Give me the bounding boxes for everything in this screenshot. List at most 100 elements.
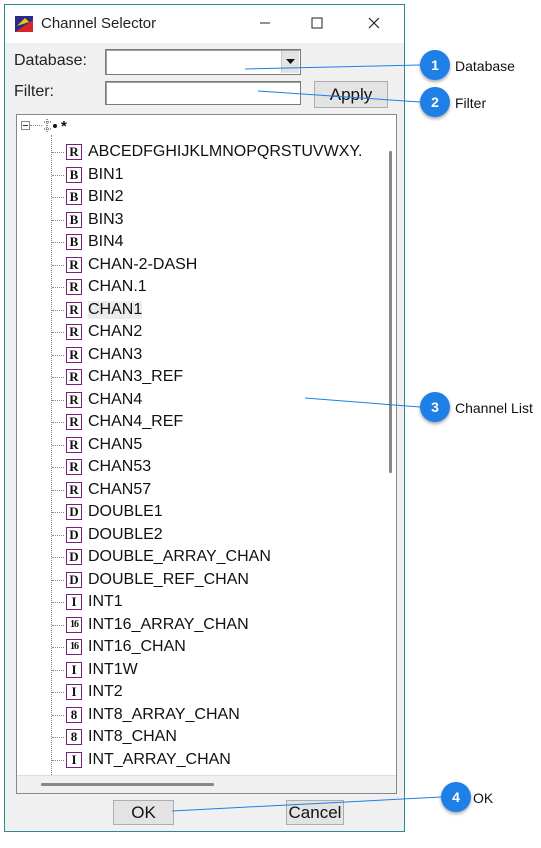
tree-connector: [52, 444, 64, 446]
tree-item[interactable]: R CHAN3_REF: [52, 366, 184, 388]
channel-type-icon: R: [66, 369, 82, 385]
tree-connector: [52, 624, 64, 626]
tree-item-label: CHAN4_REF: [88, 413, 184, 430]
window-title: Channel Selector: [41, 15, 157, 32]
callout-4: 4: [441, 782, 471, 812]
channel-type-icon: 8: [66, 729, 82, 745]
tree-connector: [52, 512, 64, 513]
channel-type-icon: R: [66, 391, 82, 408]
channel-type-icon: R: [66, 459, 82, 475]
tree-connector: [52, 759, 64, 761]
tree-item-label: BIN1: [88, 165, 124, 183]
tree-item-label: DOUBLE_ARRAY_CHAN: [88, 548, 271, 565]
channel-type-icon: R: [66, 414, 82, 430]
tree-item[interactable]: B BIN2: [52, 186, 124, 208]
callout-2: 2: [420, 87, 450, 117]
channel-type-icon: B: [66, 189, 82, 205]
tree-item[interactable]: R CHAN4_REF: [52, 411, 184, 433]
callout-3-label: Channel List: [455, 400, 533, 416]
filter-label: Filter:: [14, 83, 54, 100]
tree-connector: [52, 467, 64, 468]
collapse-toggle[interactable]: [21, 121, 30, 130]
maximize-button[interactable]: [294, 5, 340, 43]
tree-item[interactable]: R CHAN.1: [52, 276, 147, 298]
cancel-button[interactable]: Cancel: [286, 800, 344, 825]
tree-item-label: CHAN3_REF: [88, 368, 184, 385]
channel-type-icon: I: [66, 594, 82, 610]
tree-item-label: CHAN.1: [88, 278, 147, 295]
channel-type-icon: R: [66, 301, 82, 318]
tree-item[interactable]: R CHAN1: [52, 299, 143, 321]
channel-selector-window: Channel Selector Database: Filter: Apply: [4, 4, 405, 832]
tree-item[interactable]: R CHAN-2-DASH: [52, 254, 197, 276]
tree-item[interactable]: 16 INT16_ARRAY_CHAN: [52, 614, 249, 636]
tree-item-label: INT1W: [88, 660, 138, 678]
minimize-icon: [260, 22, 270, 24]
tree-item[interactable]: R ABCEDFGHIJKLMNOPQRSTUVWXY.: [52, 141, 363, 163]
tree-item[interactable]: B BIN1: [52, 164, 124, 186]
minimize-button[interactable]: [242, 5, 288, 43]
tree-item[interactable]: 16 INT16_CHAN: [52, 636, 186, 658]
callout-4-label: OK: [473, 790, 494, 806]
tree-item-label: DOUBLE1: [88, 503, 163, 520]
tree-item[interactable]: R CHAN53: [52, 456, 151, 478]
channel-type-icon: D: [66, 526, 82, 543]
tree-item[interactable]: D DOUBLE_REF_CHAN: [52, 569, 249, 591]
tree-item[interactable]: B BIN3: [52, 209, 124, 231]
tree-connector: [52, 579, 64, 581]
database-dropdown[interactable]: [105, 49, 301, 75]
tree-item-label: BIN3: [88, 210, 124, 228]
tree-connector: [51, 135, 52, 793]
ok-button[interactable]: OK: [113, 800, 174, 825]
callout-1-label: Database: [455, 58, 515, 74]
tree-connector: [52, 714, 64, 716]
dropdown-button[interactable]: [281, 51, 299, 73]
channel-list[interactable]: * R ABCEDFGHIJKLMNOPQRSTUVWXY. B BIN1 B BIN2 B…: [16, 114, 397, 794]
root-connector: [30, 125, 42, 126]
tree-item[interactable]: 8 INT8_ARRAY_CHAN: [52, 704, 240, 726]
tree-item-label: CHAN2: [88, 323, 143, 340]
root-node-icon: [44, 119, 57, 133]
channel-type-icon: B: [66, 166, 82, 183]
channel-type-icon: R: [66, 324, 82, 340]
tree-item[interactable]: R CHAN4: [52, 389, 142, 411]
tree-item-label: INT1: [88, 593, 123, 610]
tree-item[interactable]: I INT1W: [52, 659, 138, 681]
tree-item[interactable]: R CHAN5: [52, 434, 142, 456]
apply-button[interactable]: Apply: [314, 81, 388, 108]
tree-item[interactable]: I INT_ARRAY_CHAN: [52, 749, 231, 771]
tree-item[interactable]: 8 INT8_CHAN: [52, 726, 177, 748]
horizontal-scrollbar[interactable]: [17, 775, 396, 793]
channel-type-icon: R: [66, 436, 82, 453]
tree-item[interactable]: R CHAN57: [52, 479, 151, 501]
tree-connector: [52, 647, 64, 648]
tree-item[interactable]: D DOUBLE_ARRAY_CHAN: [52, 546, 271, 568]
minus-icon: [23, 125, 28, 126]
channel-type-icon: R: [66, 256, 82, 273]
channel-type-icon: 8: [66, 706, 82, 723]
tree-item[interactable]: D DOUBLE1: [52, 501, 163, 523]
channel-type-icon: D: [66, 549, 82, 565]
tree-item[interactable]: D DOUBLE2: [52, 524, 163, 546]
tree-item[interactable]: I INT1: [52, 591, 123, 613]
tree-item-label: INT16_CHAN: [88, 638, 186, 655]
tree-item[interactable]: I INT2: [52, 681, 123, 703]
database-label: Database:: [14, 52, 87, 69]
tree-item[interactable]: R CHAN2: [52, 321, 143, 343]
tree-connector: [52, 557, 64, 558]
root-label: *: [61, 118, 67, 135]
tree-connector: [52, 152, 64, 153]
vertical-scrollbar-thumb[interactable]: [389, 151, 392, 473]
tree-item[interactable]: B BIN4: [52, 231, 124, 253]
tree-connector: [52, 309, 64, 311]
close-button[interactable]: [351, 5, 397, 43]
tree-item-label: DOUBLE_REF_CHAN: [88, 570, 249, 588]
channel-type-icon: 16: [66, 639, 82, 655]
tree-item[interactable]: R CHAN3: [52, 344, 142, 366]
app-icon: [15, 16, 33, 32]
callout-2-label: Filter: [455, 95, 487, 111]
tree-item-label: ABCEDFGHIJKLMNOPQRSTUVWXY.: [88, 143, 363, 160]
horizontal-scrollbar-thumb[interactable]: [41, 783, 214, 786]
filter-input[interactable]: [105, 81, 301, 105]
tree-connector: [52, 489, 64, 491]
